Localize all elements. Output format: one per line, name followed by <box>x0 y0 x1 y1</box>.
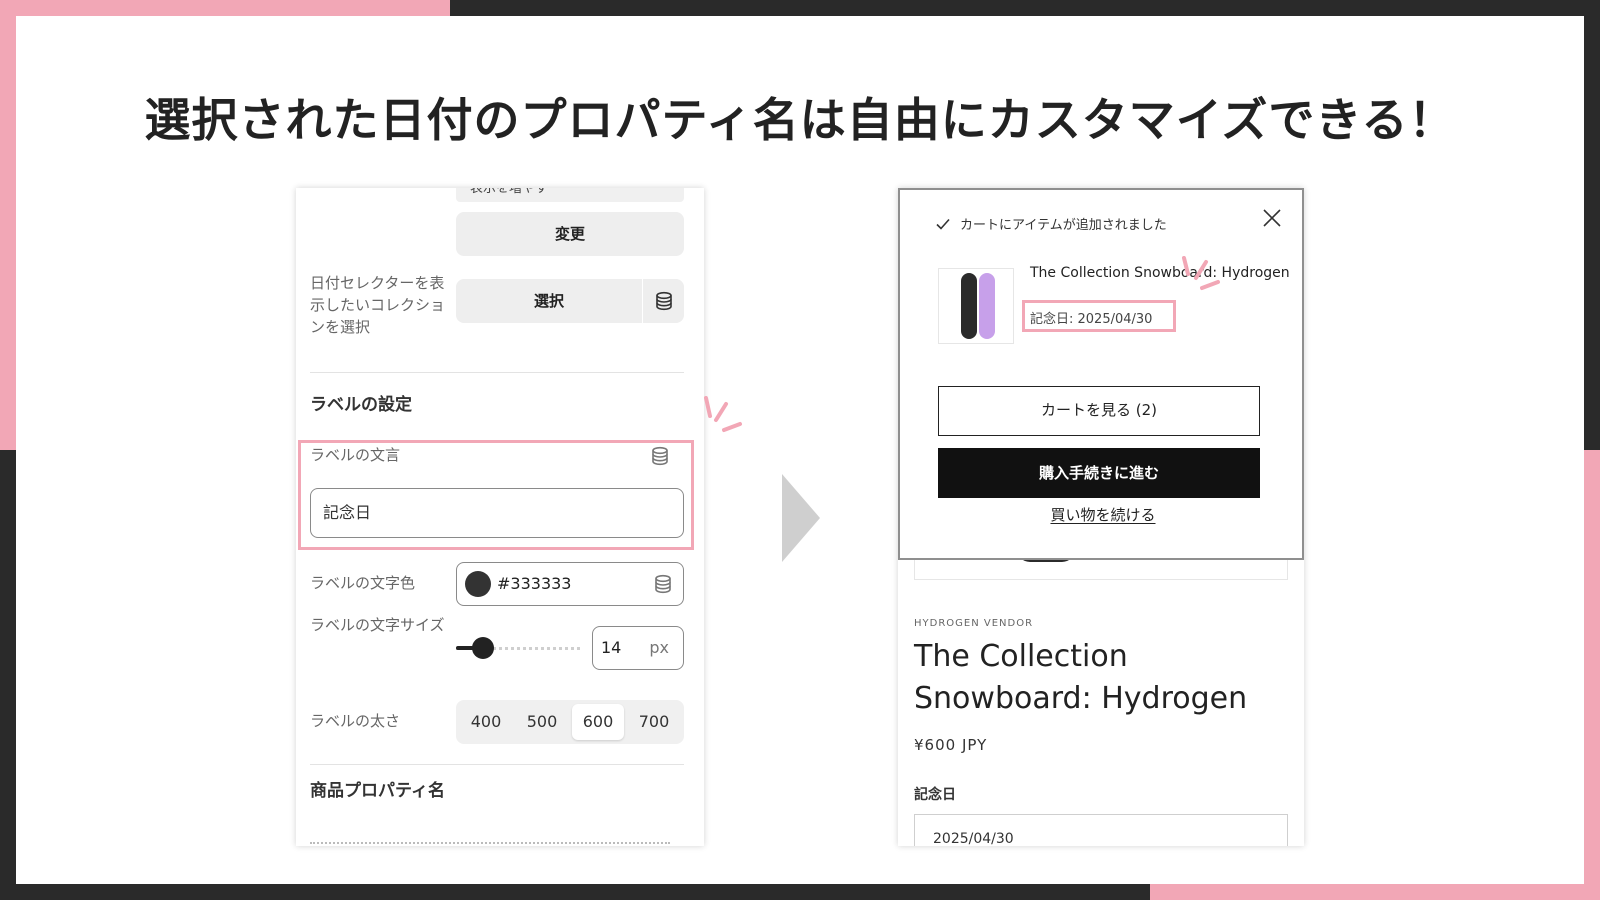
continue-shopping-link-wrap: 買い物を続ける <box>900 504 1304 525</box>
divider <box>310 372 684 373</box>
change-button[interactable]: 変更 <box>456 212 684 256</box>
item-thumbnail <box>938 268 1014 344</box>
added-message: カートにアイテムが追加されました <box>960 218 1167 233</box>
divider <box>310 764 684 765</box>
item-name: The Collection Snowboard: Hydrogen <box>1030 265 1290 281</box>
view-cart-button[interactable]: カートを見る (2) <box>938 386 1260 436</box>
database-icon[interactable] <box>650 446 670 470</box>
item-property: 記念日: 2025/04/30 <box>1030 312 1153 327</box>
size-number-input[interactable]: 14 px <box>592 626 684 670</box>
label-weight-label: ラベルの太さ <box>310 712 401 730</box>
frame-decoration <box>1584 450 1600 900</box>
show-more-row[interactable]: 表示を増やす <box>456 188 684 202</box>
size-value: 14 <box>601 638 622 657</box>
snowboard-image <box>979 273 995 339</box>
slide-headline: 選択された日付のプロパティ名は自由にカスタマイズできる！ <box>144 93 1456 147</box>
product-price: ¥600 JPY <box>914 736 988 754</box>
frame-decoration <box>450 0 1600 16</box>
product-vendor: HYDROGEN VENDOR <box>914 618 1034 629</box>
settings-panel: 表示を増やす 変更 日付セレクターを表示したいコレクションを選択 選択 ラベルの… <box>296 188 704 846</box>
label-text-label: ラベルの文言 <box>310 446 401 464</box>
frame-decoration <box>1584 0 1600 450</box>
database-icon[interactable] <box>653 574 673 598</box>
weight-option-600[interactable]: 600 <box>572 704 624 740</box>
label-color-label: ラベルの文字色 <box>310 574 416 592</box>
database-icon[interactable] <box>642 279 684 323</box>
property-date-input[interactable]: 2025/04/30 <box>914 814 1288 846</box>
frame-decoration <box>0 0 450 16</box>
color-value: #333333 <box>497 574 572 593</box>
show-more-label: 表示を増やす <box>470 188 549 196</box>
weight-option-400[interactable]: 400 <box>460 704 512 740</box>
cut-off-row <box>310 842 670 846</box>
product-title: The Collection Snowboard: Hydrogen <box>914 639 1248 716</box>
check-icon <box>936 218 950 230</box>
checkout-button[interactable]: 購入手続きに進む <box>938 448 1260 498</box>
snowboard-image <box>961 273 977 339</box>
select-collection-button[interactable]: 選択 <box>456 279 642 323</box>
sparkle-icon <box>704 396 742 432</box>
weight-segmented-control: 400 500 600 700 <box>456 700 684 744</box>
frame-decoration <box>1150 884 1600 900</box>
property-name-title: 商品プロパティ名 <box>310 781 445 801</box>
cart-added-popup: カートにアイテムが追加されました The Collection Snowboar… <box>898 188 1304 560</box>
property-label: 記念日 <box>914 787 956 803</box>
size-slider-thumb[interactable] <box>472 637 494 659</box>
label-settings-title: ラベルの設定 <box>310 395 412 415</box>
frame-decoration <box>0 0 16 450</box>
label-text-input[interactable]: 記念日 <box>310 488 684 538</box>
weight-option-700[interactable]: 700 <box>628 704 680 740</box>
label-color-field[interactable]: #333333 <box>456 562 684 606</box>
collection-select-label: 日付セレクターを表示したいコレクションを選択 <box>310 274 446 336</box>
collection-select-group: 選択 <box>456 279 684 323</box>
size-unit: px <box>649 638 669 657</box>
close-icon[interactable] <box>1262 208 1282 228</box>
color-swatch[interactable] <box>465 571 491 597</box>
frame-decoration <box>0 450 16 900</box>
storefront-preview: HYDROGEN VENDOR The Collection Snowboard… <box>898 188 1304 846</box>
sparkle-icon <box>1182 256 1220 290</box>
label-size-label: ラベルの文字サイズ <box>310 616 445 634</box>
continue-shopping-link[interactable]: 買い物を続ける <box>1050 506 1155 524</box>
frame-decoration <box>0 884 1150 900</box>
weight-option-500[interactable]: 500 <box>516 704 568 740</box>
arrow-right-icon <box>782 474 820 562</box>
